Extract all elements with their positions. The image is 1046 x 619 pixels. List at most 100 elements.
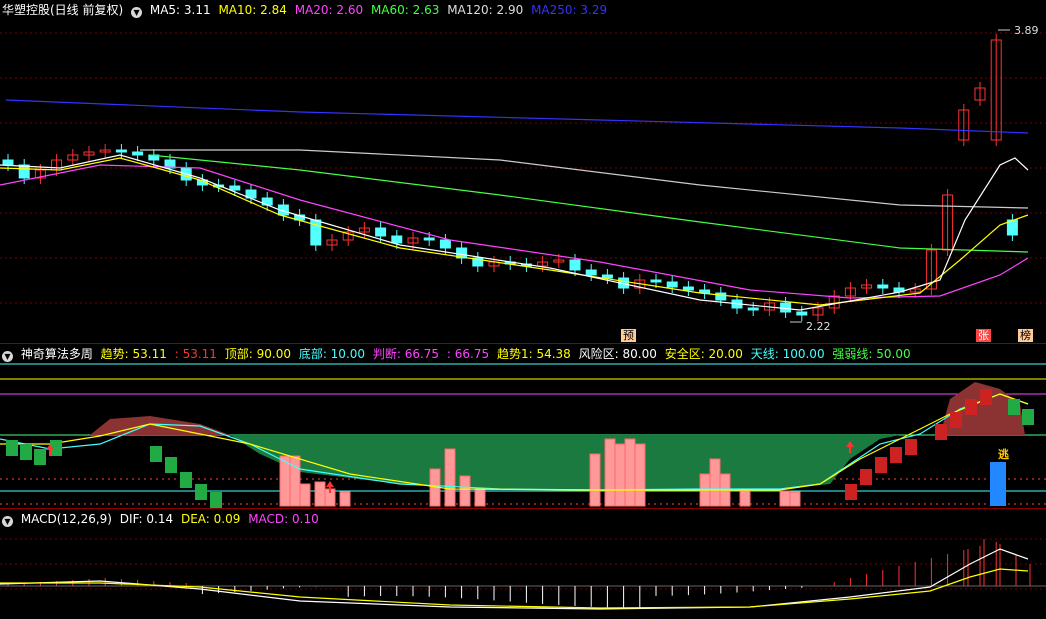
pink-bar	[459, 475, 471, 507]
dea-line	[0, 568, 1029, 609]
step-block	[860, 469, 872, 485]
ma250-label: MA250: 3.29	[531, 3, 608, 17]
high-price-label: 3.89	[1014, 24, 1039, 37]
candle-body	[423, 237, 435, 241]
dif-line	[0, 548, 1029, 610]
step-block	[935, 424, 947, 440]
circle-down-icon[interactable]: ▼	[131, 7, 143, 18]
candle-body	[715, 292, 727, 301]
candle-body	[666, 281, 678, 288]
step-block	[195, 484, 207, 500]
candle-body	[747, 307, 759, 311]
escape-label: 逃	[998, 448, 1009, 461]
candle-body	[391, 235, 403, 244]
stock-title: 华塑控股(日线 前复权)	[2, 3, 124, 17]
yu-tag: 预	[621, 329, 636, 342]
ind-trend: 趋势: 53.11	[100, 347, 167, 361]
pink-bar	[739, 488, 751, 507]
bang-tag: 榜	[1018, 329, 1033, 342]
candle-body	[585, 269, 597, 276]
pink-bar	[444, 448, 456, 507]
pink-bar	[779, 490, 791, 507]
candle-body	[132, 151, 144, 156]
candle-body	[601, 274, 613, 279]
pink-bar	[474, 488, 486, 507]
indicator-chart	[0, 363, 1046, 508]
candle-body	[796, 311, 808, 316]
pink-bar	[604, 438, 616, 507]
indicator-header: ▼ 神奇算法多周 趋势: 53.11 : 53.11 顶部: 90.00 底部:…	[2, 346, 915, 362]
step-block	[6, 440, 18, 456]
candle-body	[375, 227, 387, 237]
step-block	[845, 484, 857, 500]
candle-body	[569, 259, 581, 271]
ma120-line	[140, 149, 1029, 209]
candle-body	[439, 239, 451, 249]
candle-body	[650, 279, 662, 283]
candle-body	[682, 286, 694, 291]
step-block	[905, 439, 917, 455]
ma10-line	[0, 157, 1029, 306]
step-block	[210, 492, 222, 508]
ind-trend2: : 53.11	[174, 347, 217, 361]
candle-body	[229, 185, 241, 191]
kline-header: 华塑控股(日线 前复权) ▼ MA5: 3.11 MA10: 2.84 MA20…	[2, 2, 611, 18]
pink-bar	[614, 443, 626, 507]
indicator-title: 神奇算法多周	[20, 347, 93, 361]
pink-bar	[709, 458, 721, 507]
ind-bottom: 底部: 10.00	[298, 347, 366, 361]
ind-trend1: 趋势1: 54.38	[496, 347, 571, 361]
ma5-label: MA5: 3.11	[149, 3, 211, 17]
candle-body	[115, 149, 127, 153]
step-block	[180, 472, 192, 488]
pink-bar	[624, 438, 636, 507]
ind-strength: 强弱线: 50.00	[832, 347, 911, 361]
pink-bar	[299, 483, 311, 507]
pink-bar	[289, 455, 301, 507]
macd-panel[interactable]: ▼ MACD(12,26,9) DIF: 0.14 DEA: 0.09 MACD…	[0, 508, 1046, 619]
circle-down-icon[interactable]: ▼	[2, 351, 13, 362]
ind-judge: 判断: 66.75	[372, 347, 440, 361]
ind-judge2: : 66.75	[446, 347, 490, 361]
ma120-label: MA120: 2.90	[447, 3, 524, 17]
step-block	[20, 444, 32, 460]
step-block	[980, 389, 992, 405]
kline-chart	[0, 29, 1046, 323]
step-block	[965, 399, 977, 415]
ind-top: 顶部: 90.00	[224, 347, 291, 361]
candle-body	[780, 302, 792, 313]
pink-bar	[634, 443, 646, 507]
ind-safe: 安全区: 20.00	[664, 347, 743, 361]
step-block	[165, 457, 177, 473]
circle-down-icon[interactable]: ▼	[2, 516, 13, 527]
ma60-line	[149, 154, 1029, 253]
ma10-label: MA10: 2.84	[218, 3, 287, 17]
step-block	[34, 449, 46, 465]
macd-dea: DEA: 0.09	[180, 512, 241, 526]
pink-bar	[789, 491, 801, 507]
ind-antenna: 天线: 100.00	[750, 347, 825, 361]
step-block	[1022, 409, 1034, 425]
step-block	[950, 412, 962, 428]
indicator-panel[interactable]: ▼ 神奇算法多周 趋势: 53.11 : 53.11 顶部: 90.00 底部:…	[0, 343, 1046, 508]
ind-risk: 风险区: 80.00	[578, 347, 657, 361]
ma250-line	[5, 99, 1029, 134]
pink-bar	[339, 491, 351, 507]
ma5-line	[0, 154, 1029, 311]
macd-header: ▼ MACD(12,26,9) DIF: 0.14 DEA: 0.09 MACD…	[2, 511, 323, 527]
step-block	[875, 457, 887, 473]
macd-title: MACD(12,26,9)	[20, 512, 112, 526]
macd-value: MACD: 0.10	[248, 512, 319, 526]
ma20-line	[0, 164, 1029, 299]
kline-panel[interactable]: 华塑控股(日线 前复权) ▼ MA5: 3.11 MA10: 2.84 MA20…	[0, 0, 1046, 343]
ma60-label: MA60: 2.63	[370, 3, 440, 17]
low-price-label: 2.22	[806, 320, 831, 333]
escape-bar	[990, 462, 1006, 506]
candle-body	[877, 284, 889, 289]
step-block	[150, 446, 162, 462]
pink-bar	[314, 481, 326, 507]
step-block	[1008, 399, 1020, 415]
macd-dif: DIF: 0.14	[119, 512, 174, 526]
step-block	[890, 447, 902, 463]
zhang-tag: 张	[976, 329, 991, 342]
